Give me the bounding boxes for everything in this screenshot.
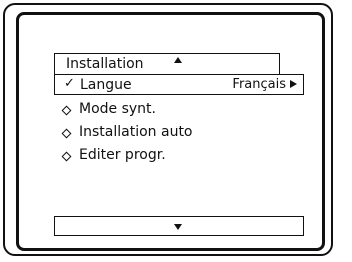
menu-item-editer-progr[interactable]: Editer progr. <box>54 146 304 166</box>
diamond-icon <box>61 105 72 116</box>
menu-footer <box>54 216 304 236</box>
up-arrow-icon[interactable] <box>174 57 182 63</box>
menu-header: Installation <box>54 53 280 75</box>
menu-item-label: Mode synt. <box>79 101 156 117</box>
check-icon: ✓ <box>64 76 75 91</box>
menu-item-langue[interactable]: ✓ Langue Français <box>54 74 304 95</box>
menu-item-mode-synt[interactable]: Mode synt. <box>54 100 304 120</box>
down-arrow-icon[interactable] <box>174 224 182 230</box>
menu-item-label: Installation auto <box>79 124 193 140</box>
menu-title: Installation <box>66 56 144 72</box>
right-arrow-icon[interactable] <box>290 80 297 88</box>
diamond-icon <box>61 128 72 139</box>
diamond-icon <box>61 151 72 162</box>
menu-item-langue-label: Langue <box>80 77 132 93</box>
menu-item-label: Editer progr. <box>79 147 166 163</box>
language-value[interactable]: Français <box>232 77 286 93</box>
menu-item-installation-auto[interactable]: Installation auto <box>54 123 304 143</box>
